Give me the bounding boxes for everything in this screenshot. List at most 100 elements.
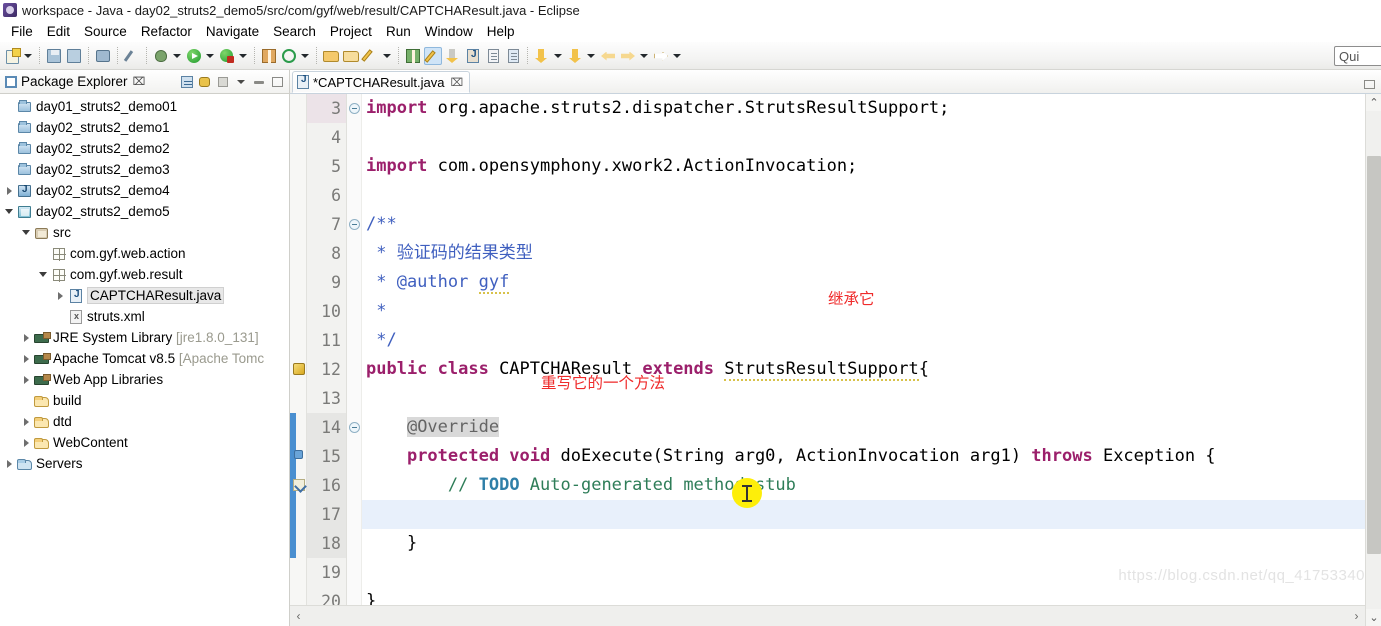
forward-dropdown-arrow[interactable] — [638, 47, 649, 65]
open-type-icon[interactable] — [322, 47, 340, 65]
tree-item-captcharesult-java[interactable]: CAPTCHAResult.java — [0, 285, 289, 306]
code-line[interactable] — [362, 384, 1381, 413]
focus-on-active-task-icon[interactable] — [215, 74, 231, 90]
horizontal-scrollbar[interactable]: ‹ › — [290, 605, 1381, 626]
minimize-icon[interactable] — [251, 74, 267, 90]
code-line[interactable] — [362, 123, 1381, 152]
forward-icon[interactable] — [619, 47, 637, 65]
code-line[interactable]: /** — [362, 210, 1381, 239]
menu-navigate[interactable]: Navigate — [199, 23, 266, 40]
chevron-right-icon[interactable] — [19, 411, 33, 432]
menu-refactor[interactable]: Refactor — [134, 23, 199, 40]
edit-icon[interactable] — [361, 47, 380, 65]
chevron-right-icon[interactable] — [2, 180, 16, 201]
tree-item-apache-tomcat-v8-5[interactable]: Apache Tomcat v8.5 [Apache Tomc — [0, 348, 289, 369]
tree-item-com-gyf-web-action[interactable]: com.gyf.web.action — [0, 243, 289, 264]
menu-project[interactable]: Project — [323, 23, 379, 40]
code-line[interactable]: import com.opensymphony.xwork2.ActionInv… — [362, 152, 1381, 181]
tree-item-day02-struts2-demo3[interactable]: day02_struts2_demo3 — [0, 159, 289, 180]
run-server-icon[interactable] — [218, 47, 236, 65]
new-dropdown-arrow[interactable] — [22, 47, 33, 65]
jump-dropdown-arrow[interactable] — [552, 47, 563, 65]
chevron-down-icon[interactable] — [2, 201, 16, 222]
view-menu-chevron-icon[interactable] — [233, 74, 249, 90]
new-package-icon[interactable] — [260, 47, 278, 65]
warning-marker-icon[interactable] — [293, 363, 305, 375]
code-line[interactable]: */ — [362, 326, 1381, 355]
menu-window[interactable]: Window — [418, 23, 480, 40]
tree-item-day02-struts2-demo1[interactable]: day02_struts2_demo1 — [0, 117, 289, 138]
tree-item-web-app-libraries[interactable]: Web App Libraries — [0, 369, 289, 390]
quick-access-input[interactable]: Qui — [1334, 46, 1381, 66]
chevron-right-icon[interactable] — [19, 348, 33, 369]
run-icon[interactable] — [185, 47, 203, 65]
chevron-right-icon[interactable] — [53, 285, 67, 306]
tree-item-day02-struts2-demo5[interactable]: day02_struts2_demo5 — [0, 201, 289, 222]
next-edit-icon[interactable] — [504, 47, 522, 65]
code-line[interactable]: public class CAPTCHAResult extends Strut… — [362, 355, 1381, 384]
scroll-left-arrow[interactable]: ‹ — [290, 606, 307, 626]
code-line[interactable]: protected void doExecute(String arg0, Ac… — [362, 442, 1381, 471]
next-arrow-icon[interactable] — [652, 47, 670, 65]
code-line[interactable] — [362, 181, 1381, 210]
bookmark-icon[interactable] — [566, 47, 584, 65]
code-line[interactable] — [362, 500, 1381, 529]
tree-item-src[interactable]: src — [0, 222, 289, 243]
coverage-icon[interactable] — [280, 47, 298, 65]
source-code[interactable]: import org.apache.struts2.dispatcher.Str… — [362, 94, 1381, 605]
code-line[interactable]: @Override — [362, 413, 1381, 442]
scroll-down-arrow[interactable]: ⌄ — [1366, 609, 1381, 626]
tree-item-webcontent[interactable]: WebContent — [0, 432, 289, 453]
previous-edit-icon[interactable] — [464, 47, 482, 65]
code-line[interactable]: } — [362, 587, 1381, 605]
project-tree[interactable]: day01_struts2_demo01 day02_struts2_demo1d… — [0, 94, 289, 626]
tree-item-struts-xml[interactable]: struts.xml — [0, 306, 289, 327]
pencil-highlight-icon[interactable] — [424, 46, 442, 65]
menu-run[interactable]: Run — [379, 23, 418, 40]
tree-item-dtd[interactable]: dtd — [0, 411, 289, 432]
next-dropdown-arrow[interactable] — [671, 47, 682, 65]
code-line[interactable]: // TODO Auto-generated method stub — [362, 471, 1381, 500]
tree-item-servers[interactable]: Servers — [0, 453, 289, 474]
print-icon[interactable] — [94, 47, 112, 65]
fold-collapse-icon[interactable] — [349, 103, 360, 114]
tree-item-day01-struts2-demo01[interactable]: day01_struts2_demo01 — [0, 96, 289, 117]
code-line[interactable]: * 验证码的结果类型 — [362, 239, 1381, 268]
chevron-right-icon[interactable] — [19, 432, 33, 453]
save-all-icon[interactable] — [65, 47, 83, 65]
override-method-icon[interactable] — [293, 479, 305, 491]
scroll-thumb[interactable] — [1367, 156, 1381, 554]
menu-source[interactable]: Source — [77, 23, 134, 40]
annotation-marker-bar[interactable] — [290, 94, 307, 605]
search-icon[interactable] — [404, 47, 422, 65]
debug-icon[interactable] — [152, 47, 170, 65]
collapse-all-icon[interactable] — [179, 74, 195, 90]
maximize-icon[interactable] — [269, 74, 285, 90]
edit-dropdown-arrow[interactable] — [381, 47, 392, 65]
debug-dropdown-arrow[interactable] — [171, 47, 182, 65]
fold-collapse-icon[interactable] — [349, 219, 360, 230]
chevron-right-icon[interactable] — [19, 369, 33, 390]
menu-file[interactable]: File — [4, 23, 40, 40]
tree-item-com-gyf-web-result[interactable]: com.gyf.web.result — [0, 264, 289, 285]
bookmark-dropdown-arrow[interactable] — [585, 47, 596, 65]
run-server-dropdown-arrow[interactable] — [237, 47, 248, 65]
tree-item-jre-system-library[interactable]: JRE System Library [jre1.8.0_131] — [0, 327, 289, 348]
scroll-up-arrow[interactable]: ⌃ — [1366, 94, 1381, 111]
occurrence-marker-icon[interactable] — [294, 450, 303, 459]
chevron-right-icon[interactable] — [2, 453, 16, 474]
next-annotation-icon[interactable] — [444, 47, 462, 65]
vertical-scrollbar[interactable]: ⌃ ⌄ — [1365, 94, 1381, 626]
scroll-right-arrow[interactable]: › — [1348, 606, 1365, 626]
new-wizard-icon[interactable] — [3, 47, 21, 65]
tree-item-build[interactable]: build — [0, 390, 289, 411]
code-line[interactable]: import org.apache.struts2.dispatcher.Str… — [362, 94, 1381, 123]
tree-item-day02-struts2-demo4[interactable]: day02_struts2_demo4 — [0, 180, 289, 201]
menu-edit[interactable]: Edit — [40, 23, 77, 40]
save-icon[interactable] — [45, 47, 63, 65]
jump-icon[interactable] — [533, 47, 551, 65]
fold-collapse-icon[interactable] — [349, 422, 360, 433]
chevron-down-icon[interactable] — [36, 264, 50, 285]
open-task-icon[interactable] — [342, 47, 360, 65]
last-edit-icon[interactable] — [484, 47, 502, 65]
